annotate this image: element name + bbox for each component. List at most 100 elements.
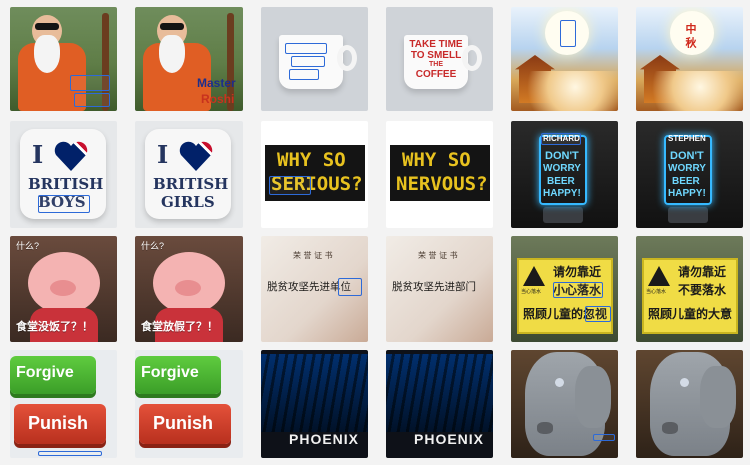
mug-handle [337,45,357,71]
neon-name: STEPHEN [668,134,706,143]
tile-warning-sign-masked[interactable]: 当心落水 请勿靠近 小心落水 照顾儿童的忽视 [511,236,618,342]
tile-old-man-masked[interactable] [10,7,117,111]
master-text: Master [197,76,236,90]
tile-dog-result[interactable] [636,350,743,458]
neon-line-1: DON'T [545,150,579,162]
tile-old-man-text[interactable]: Master Roshi [135,7,243,111]
sign-line-1: 请勿靠近 [553,265,602,279]
mug-line-4: COFFEE [415,69,457,80]
nervous-text: NERVOUS? [396,173,488,195]
tile-moon-festival-text[interactable]: 中 秋 [636,7,743,111]
pig-snout [50,280,76,296]
facade-shape [386,354,493,432]
lamp-base [668,207,708,223]
i-letter: I [32,140,44,169]
why-so-text: WHY SO [402,149,471,171]
tile-mug-masked[interactable] [261,7,368,111]
sunglasses-shape [160,23,184,30]
phoenix-sign: PHOENIX [414,431,485,447]
cert-header: 荣 誉 证 书 [293,251,333,260]
forgive-label: Forgive [16,364,74,381]
zhongqiu-text: 中 秋 [684,23,696,49]
british-word: BRITISH [153,175,229,193]
facade-shape [261,354,368,432]
cert-line: 脱贫攻坚先进部门 [392,281,476,293]
tile-pillow-text[interactable]: I BRITISH GIRLS [135,121,243,228]
dog-nose [662,422,678,434]
mask-region [70,75,110,91]
girls-word: GIRLS [161,193,215,211]
mask-region [291,56,325,67]
warn-label: 当心落水 [646,289,667,295]
tile-moon-festival-masked[interactable] [511,7,618,111]
tile-building-masked[interactable]: PHOENIX [261,350,368,458]
roshi-text: Roshi [201,92,235,106]
punish-label: Punish [153,413,214,433]
sunglasses-shape [35,23,59,30]
i-letter: I [157,140,169,169]
tile-pig-text[interactable]: 什么? 食堂放假了？！ [135,236,243,342]
british-word: BRITISH [28,175,104,193]
pig-snout [175,280,201,296]
tile-building-text[interactable]: PHOENIX [386,350,493,458]
sign-line-2: 不要落水 [678,283,727,297]
dog-ear [700,366,736,428]
dog-nose [537,422,553,434]
mug-line-2: TO SMELL [410,50,462,61]
tile-mat-masked[interactable]: WHY SO SERIOUS? [261,121,368,228]
pig-top-text: 什么? [141,241,165,251]
clouds-shape [636,71,743,111]
neon-line-2: WORRY [543,163,581,174]
mask-region [38,195,90,213]
forgive-label: Forgive [141,364,199,381]
neon-line-2: WORRY [668,163,706,174]
image-grid: Master Roshi TAKE TIME TO SMELL THE COFF… [0,0,750,465]
tile-certificate-masked[interactable]: 荣 誉 证 书 脱贫攻坚先进单位 [261,236,368,342]
mask-region [74,93,110,107]
dog-eye [555,378,564,387]
tile-mug-text[interactable]: TAKE TIME TO SMELL THE COFFEE [386,7,493,111]
mask-region [585,306,611,322]
punish-label: Punish [28,413,89,433]
mask-region [269,176,311,195]
tile-pig-masked[interactable]: 什么? 食堂没饭了？！ [10,236,117,342]
tile-certificate-text[interactable]: 荣 誉 证 书 脱贫攻坚先进部门 [386,236,493,342]
dog-eye [680,378,689,387]
tile-pillow-masked[interactable]: I BRITISH BOYS [10,121,117,228]
mask-region [338,278,362,296]
neon-line-4: HAPPY! [543,188,581,199]
neon-line-3: BEER [672,176,700,187]
tile-neon-lamp-masked[interactable]: RICHARD DON'T WORRY BEER HAPPY! [511,121,618,228]
mask-region [553,282,603,298]
sign-line-1: 请勿靠近 [678,265,727,279]
mask-region [289,69,319,80]
tile-keys-text[interactable]: Forgive Punish [135,350,243,458]
mug-text-block: TAKE TIME TO SMELL THE COFFEE [404,39,468,80]
mask-region [38,451,102,456]
pig-bottom-text: 食堂没饭了？！ [16,321,93,333]
mask-region [560,20,576,47]
neon-line-1: DON'T [670,150,704,162]
tile-mat-text[interactable]: WHY SO NERVOUS? [386,121,493,228]
mask-region [541,133,581,145]
tile-dog-masked[interactable] [511,350,618,458]
mug-line-3: THE [429,61,443,68]
mask-region [593,434,615,441]
mask-region [285,43,327,54]
why-so-text: WHY SO [277,149,346,171]
pig-top-text: 什么? [16,241,40,251]
pig-bottom-text: 食堂放假了？！ [141,321,218,333]
tile-keys-masked[interactable]: Forgive Punish [10,350,117,458]
warn-label: 当心落水 [521,289,542,295]
mug-line-1: TAKE TIME [409,39,463,50]
phoenix-sign: PHOENIX [289,431,360,447]
neon-line-3: BEER [547,176,575,187]
beard-shape [34,35,60,73]
tile-warning-sign-text[interactable]: 当心落水 请勿靠近 不要落水 照顾儿童的大意 [636,236,743,342]
tile-neon-lamp-text[interactable]: STEPHEN DON'T WORRY BEER HAPPY! [636,121,743,228]
lamp-base [543,207,583,223]
beard-shape [159,35,185,73]
clouds-shape [511,71,618,111]
sign-line-3: 照顾儿童的大意 [648,307,733,321]
dog-ear [575,366,611,428]
